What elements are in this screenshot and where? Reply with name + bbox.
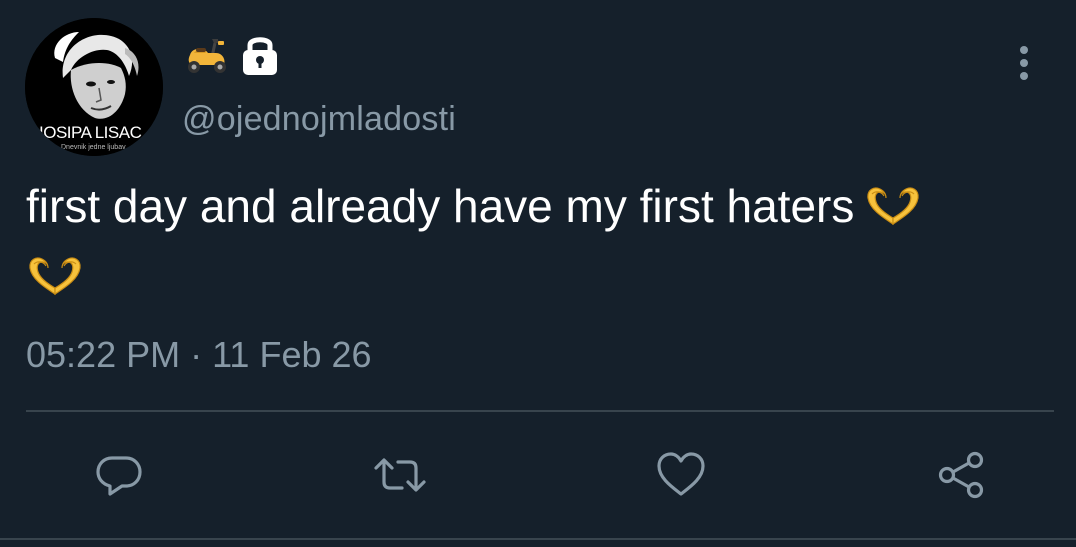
motor-scooter-icon (182, 33, 230, 82)
tweet-timestamp[interactable]: 05:22 PM · 11 Feb 26 (26, 334, 372, 376)
avatar-subtitle-text: Dnevnik jedne ljubav (61, 144, 126, 151)
share-button[interactable] (934, 448, 988, 502)
tweet-body: first day and already have my first hate… (26, 180, 855, 232)
tweet-text: first day and already have my first hate… (26, 176, 1046, 312)
more-options-icon[interactable] (1012, 44, 1036, 84)
tweet-detail: IOSIPA LISAC Dnevnik jedne ljubav @ojedn… (0, 0, 1076, 547)
like-button[interactable] (654, 448, 708, 502)
heart-icon (654, 452, 708, 506)
bottom-divider (0, 538, 1076, 540)
heart-hands-icon (864, 182, 922, 242)
avatar-name-text: IOSIPA LISAC (39, 123, 142, 142)
retweet-button[interactable] (370, 448, 426, 502)
share-icon (934, 451, 988, 506)
user-handle[interactable]: @ojednojmladosti (182, 100, 456, 139)
divider (26, 410, 1054, 412)
lock-icon (240, 33, 280, 82)
avatar[interactable]: IOSIPA LISAC Dnevnik jedne ljubav (25, 18, 163, 156)
retweet-icon (370, 458, 430, 506)
reply-button[interactable] (92, 448, 146, 502)
reply-icon (92, 456, 146, 506)
display-name[interactable] (182, 34, 280, 80)
heart-hands-icon (26, 252, 84, 312)
